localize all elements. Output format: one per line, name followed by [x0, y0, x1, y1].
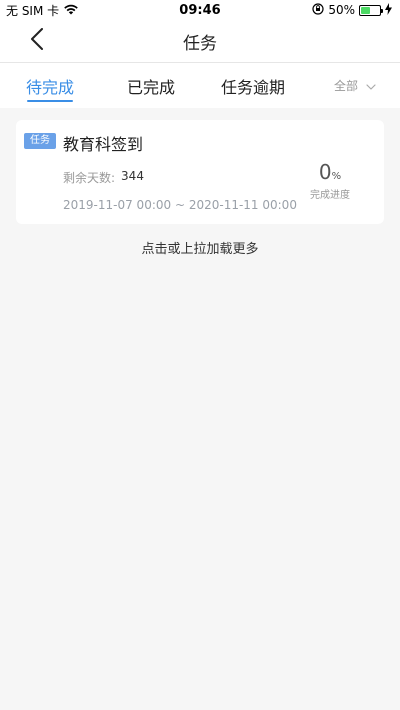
page-title: 任务	[183, 33, 217, 54]
tab-overdue-label: 任务逾期	[220, 77, 285, 97]
remaining-days-value: 344	[121, 169, 144, 183]
nav-bar: 任务	[0, 20, 400, 62]
wifi-icon	[63, 3, 79, 18]
battery-icon	[359, 4, 383, 16]
progress-label: 完成进度	[310, 190, 350, 201]
status-right: 50%	[312, 2, 392, 18]
chevron-down-icon	[366, 79, 376, 93]
status-left: 无 SIM 卡	[6, 2, 79, 19]
progress-unit: %	[331, 171, 342, 182]
back-button[interactable]	[22, 26, 52, 56]
tab-overdue[interactable]: 任务逾期	[214, 63, 292, 108]
remaining-days: 剩余天数: 344	[63, 169, 144, 186]
battery-percent: 50%	[328, 3, 355, 17]
filter-label: 全部	[333, 79, 358, 93]
tab-completed[interactable]: 已完成	[121, 63, 181, 108]
battery-fill	[361, 6, 370, 14]
remaining-days-label: 剩余天数:	[63, 171, 116, 185]
orientation-lock-icon	[312, 2, 324, 18]
task-progress: 0% 完成进度	[300, 160, 360, 201]
load-more-button[interactable]: 点击或上拉加载更多	[0, 238, 400, 257]
status-bar: 无 SIM 卡 09:46 50%	[0, 0, 400, 20]
charging-icon	[385, 2, 392, 18]
task-title: 教育科签到	[63, 135, 144, 154]
chevron-left-icon	[30, 28, 44, 54]
filter-dropdown[interactable]: 全部	[334, 63, 376, 108]
task-badge: 任务	[24, 133, 56, 149]
tab-pending[interactable]: 待完成	[20, 63, 80, 108]
tab-pending-label: 待完成	[25, 77, 74, 97]
task-date-range: 2019-11-07 00:00 ~ 2020-11-11 00:00	[63, 198, 297, 212]
active-tab-indicator	[27, 100, 73, 102]
tab-bar: 待完成 已完成 任务逾期 全部	[0, 63, 400, 108]
task-card[interactable]: 任务 教育科签到 剩余天数: 344 2019-11-07 00:00 ~ 20…	[16, 120, 384, 224]
progress-value: 0	[318, 160, 332, 184]
tab-completed-label: 已完成	[126, 77, 175, 97]
carrier-label: 无 SIM 卡	[6, 3, 60, 18]
